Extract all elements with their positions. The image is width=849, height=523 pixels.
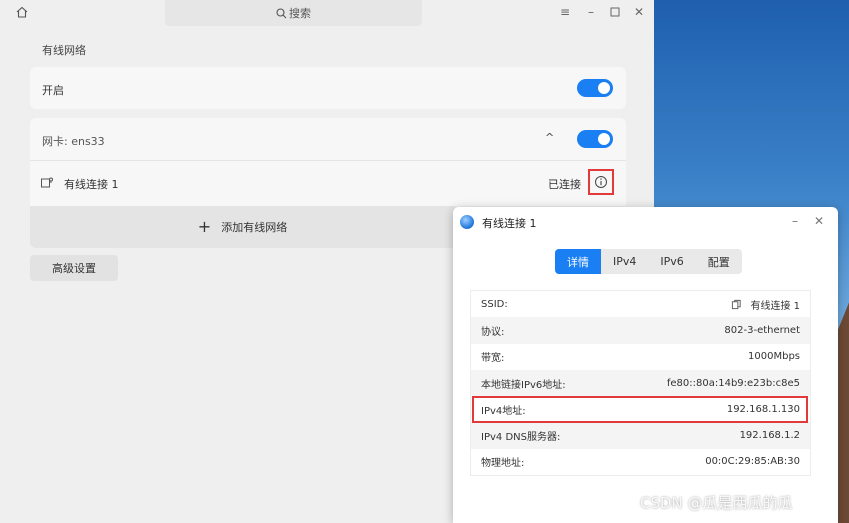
enable-label: 开启: [42, 84, 64, 97]
divider: [30, 160, 626, 161]
tab-ipv6[interactable]: IPv6: [648, 249, 695, 274]
detail-key: 本地链接IPv6地址:: [481, 379, 566, 391]
dialog-title: 有线连接 1: [482, 217, 537, 230]
detail-row-ipv4-dns: IPv4 DNS服务器: 192.168.1.2: [471, 422, 810, 449]
detail-value: 00:0C:29:85:AB:30: [705, 456, 800, 468]
tab-ipv4[interactable]: IPv4: [601, 249, 648, 274]
detail-row-ipv4: IPv4地址: 192.168.1.130: [471, 396, 810, 422]
enable-row: 开启: [30, 67, 626, 109]
connection-name: 有线连接 1: [64, 178, 119, 191]
detail-value: 802-3-ethernet: [724, 324, 800, 336]
add-wired-network-button[interactable]: + 添加有线网络: [30, 206, 455, 248]
nic-toggle[interactable]: [577, 130, 613, 148]
copy-icon[interactable]: [731, 299, 742, 310]
plus-icon: +: [197, 217, 212, 236]
detail-row-ssid: SSID: 有线连接 1: [471, 291, 810, 317]
close-icon[interactable]: ✕: [631, 4, 647, 20]
dialog-minimize-icon[interactable]: –: [787, 213, 803, 229]
advanced-settings-button[interactable]: 高级设置: [30, 255, 118, 281]
detail-value: fe80::80a:14b9:e23b:c8e5: [666, 377, 800, 389]
detail-value: 192.168.1.130: [726, 403, 800, 415]
watermark: CSDN @瓜是西瓜的瓜: [640, 494, 793, 512]
section-title: 有线网络: [42, 44, 86, 57]
detail-row-ipv6-link-local: 本地链接IPv6地址: fe80::80a:14b9:e23b:c8e5: [471, 369, 810, 397]
detail-key: 物理地址:: [481, 458, 525, 470]
tab-details[interactable]: 详情: [555, 249, 601, 274]
search-label: 搜索: [289, 7, 311, 20]
info-icon: [595, 176, 607, 188]
minimize-icon[interactable]: –: [583, 4, 599, 20]
search-box[interactable]: 搜索: [165, 0, 422, 26]
enable-toggle[interactable]: [577, 79, 613, 97]
detail-key: SSID:: [481, 298, 508, 310]
maximize-icon[interactable]: [607, 4, 623, 20]
home-icon[interactable]: [15, 5, 29, 19]
nic-card: 网卡: ens33 ^: [30, 118, 626, 206]
nic-label: 网卡: ens33: [42, 135, 105, 148]
detail-value: 1000Mbps: [748, 351, 800, 363]
titlebar: 搜索 ≡ – ✕: [0, 0, 654, 26]
detail-row-mac: 物理地址: 00:0C:29:85:AB:30: [471, 449, 810, 475]
dialog-tabs: 详情 IPv4 IPv6 配置: [555, 249, 742, 274]
menu-icon[interactable]: ≡: [557, 4, 573, 20]
detail-key: IPv4地址:: [481, 405, 526, 417]
detail-value: 192.168.1.2: [739, 430, 800, 442]
detail-row-protocol: 协议: 802-3-ethernet: [471, 317, 810, 344]
add-wired-network-label: 添加有线网络: [221, 221, 288, 234]
search-icon: [276, 7, 287, 18]
connection-info-button[interactable]: [588, 169, 614, 195]
collapse-chevron-icon[interactable]: ^: [545, 131, 554, 144]
detail-key: 协议:: [481, 326, 505, 338]
tab-config[interactable]: 配置: [696, 249, 742, 274]
network-globe-icon: [460, 215, 474, 229]
details-list: SSID: 有线连接 1 协议: 802-3-ethernet 带宽: 1000…: [470, 290, 811, 477]
dialog-close-icon[interactable]: ✕: [811, 213, 827, 229]
wired-connection-icon: [40, 176, 54, 190]
detail-row-bandwidth: 带宽: 1000Mbps: [471, 344, 810, 370]
detail-value: 有线连接 1: [750, 300, 800, 312]
connection-status: 已连接: [548, 178, 581, 191]
detail-key: IPv4 DNS服务器:: [481, 432, 561, 444]
connection-details-dialog: 有线连接 1 – ✕ 详情 IPv4 IPv6 配置 SSID: 有线连接 1 …: [453, 207, 838, 523]
detail-key: 带宽:: [481, 353, 505, 365]
